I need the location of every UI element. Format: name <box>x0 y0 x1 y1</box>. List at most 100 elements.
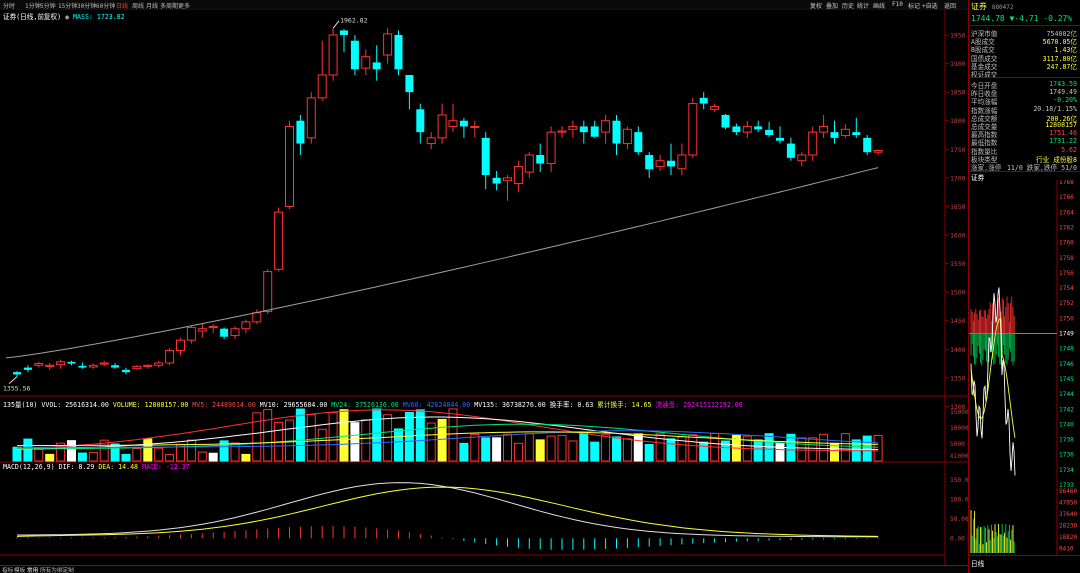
tool-1[interactable]: 叠加 <box>826 1 838 10</box>
quote-row: 指数涨幅 20.18/1.15% <box>971 104 1077 115</box>
tab-period-5[interactable]: 60分钟 <box>96 1 115 10</box>
candle-body <box>197 328 207 332</box>
candle-body <box>56 361 66 366</box>
tool-3[interactable]: 统计 <box>857 1 869 10</box>
tab-period-1[interactable]: 1分钟 <box>25 1 41 10</box>
volume-bar <box>252 412 262 462</box>
bottom-tab-2[interactable]: 常用 <box>27 566 38 573</box>
volume-bar <box>132 447 142 462</box>
candle-body <box>776 137 784 141</box>
candle-body <box>481 137 490 175</box>
tab-period-8[interactable]: 月线 <box>146 1 158 10</box>
price-line: 1744.78 ▼-4.71 -0.27% <box>971 14 1072 23</box>
divider <box>969 25 1080 26</box>
bottom-tab-4[interactable]: 绑定制 <box>57 566 74 573</box>
panel-header: 证券 880472 <box>971 1 1014 12</box>
volume-bar <box>579 433 589 462</box>
intraday-axis-label: 1738 <box>1059 437 1074 444</box>
volume-title: 135量(10) <box>3 401 38 409</box>
bottom-tab-3[interactable]: 所有为 <box>40 566 57 573</box>
candle-body <box>699 97 708 104</box>
quote-row: 指数量比 5.62 <box>971 146 1077 156</box>
volume-bar <box>121 453 131 462</box>
tab-period-9[interactable]: 多周期 <box>160 1 178 10</box>
candle-body <box>863 137 872 153</box>
candle-body <box>622 128 632 145</box>
candle-body <box>372 62 381 70</box>
volume-bar <box>143 438 153 462</box>
tab-period-2[interactable]: 5分钟 <box>40 1 56 10</box>
intraday-axis-label: 1740 <box>1059 421 1074 428</box>
volume-bar <box>524 433 534 462</box>
low-label: 1355.56 <box>3 385 30 393</box>
tool-7[interactable]: +自选 <box>922 1 938 10</box>
candle-body <box>317 74 327 99</box>
candle-body <box>503 177 512 182</box>
tool-5[interactable]: F10 <box>892 1 903 8</box>
tab-period-7[interactable]: 周线 <box>132 1 144 10</box>
volume-bar <box>503 433 512 462</box>
quote-value: 1751.46 <box>1049 129 1077 138</box>
quote-row: A股成交 5670.05亿 <box>971 36 1077 46</box>
mv135-value: MV135: 36738276.00 <box>474 401 546 409</box>
volume-bar <box>666 438 676 462</box>
divider <box>969 77 1080 78</box>
tool-8[interactable]: 返回 <box>944 1 956 10</box>
intraday-axis-label: 1766 <box>1059 194 1074 201</box>
intraday-axis-label: 1745 <box>1059 376 1074 383</box>
tab-period-3[interactable]: 15分钟 <box>58 1 77 10</box>
intraday-axis-label: 1758 <box>1059 255 1074 262</box>
volume-bar <box>230 442 240 462</box>
bottom-tab-1[interactable]: 模板 <box>14 566 25 573</box>
chart-title: 证券(日线,前复权) <box>3 13 62 21</box>
candle-body <box>263 271 273 313</box>
macd-axis-label: 100.0 <box>950 496 968 503</box>
volume-bar <box>339 409 349 462</box>
intraday-chart[interactable]: 1768 1766 1764 1762 1760 1758 1756 1754 1752 1750… <box>969 180 1080 560</box>
quote-row: 板块类型 行业 成份股8 <box>971 154 1077 164</box>
volume-bar <box>263 409 273 462</box>
tool-2[interactable]: 历史 <box>842 1 854 10</box>
quote-value: 1731.22 <box>1049 137 1077 146</box>
tab-period-0[interactable]: 分时 <box>3 1 15 10</box>
volume-bar <box>67 440 76 462</box>
intraday-axis-label: 1756 <box>1059 270 1074 277</box>
candle-body <box>688 103 698 156</box>
tab-period-10[interactable]: 更多 <box>178 1 190 10</box>
candle-body <box>67 361 76 364</box>
mass-value: MASS: 1723.82 <box>73 13 125 21</box>
tab-period-6[interactable]: 日线 <box>116 1 128 10</box>
intraday-vol-axis-label: 37640 <box>1059 511 1077 518</box>
tool-0[interactable]: 复权 <box>810 1 822 10</box>
tab-daily[interactable]: 日线 <box>971 558 984 568</box>
candle-body <box>132 365 142 370</box>
candle-body <box>296 120 305 144</box>
volume-bar <box>797 437 807 462</box>
volume-bar <box>535 439 545 462</box>
tab-period-4[interactable]: 30分钟 <box>77 1 96 10</box>
volume-bar <box>612 436 621 462</box>
volume-bar <box>361 419 371 462</box>
candle-body <box>45 364 55 367</box>
quote-row: 昨日收盘 1749.49 <box>971 88 1077 98</box>
candle-body <box>437 114 447 139</box>
price-axis-label: 1750 <box>950 146 966 154</box>
quote-value: 20.18/1.15% <box>1033 104 1077 113</box>
candle-body <box>383 33 393 56</box>
tool-4[interactable]: 画线 <box>873 1 885 10</box>
candle-body <box>165 349 175 364</box>
candle-body <box>612 120 621 144</box>
candle-body <box>416 109 425 133</box>
bottom-tab-0[interactable]: 指标 <box>2 566 13 573</box>
volume-bar <box>45 453 55 462</box>
candle-body <box>208 325 218 329</box>
index-name: 证券 <box>971 2 987 11</box>
intraday-vol-axis-label: 56460 <box>1059 488 1077 495</box>
tool-6[interactable]: 标记 <box>908 1 920 10</box>
candle-body <box>536 155 545 164</box>
candle-body <box>840 128 850 137</box>
candle-body <box>797 154 807 162</box>
kline-chart[interactable]: 1950 1900 1850 1800 1750 1700 1650 1600 1550 1500… <box>0 10 968 565</box>
price-change: ▼-4.71 <box>1009 14 1039 23</box>
dif-value: DIF: 8.29 <box>58 463 95 471</box>
